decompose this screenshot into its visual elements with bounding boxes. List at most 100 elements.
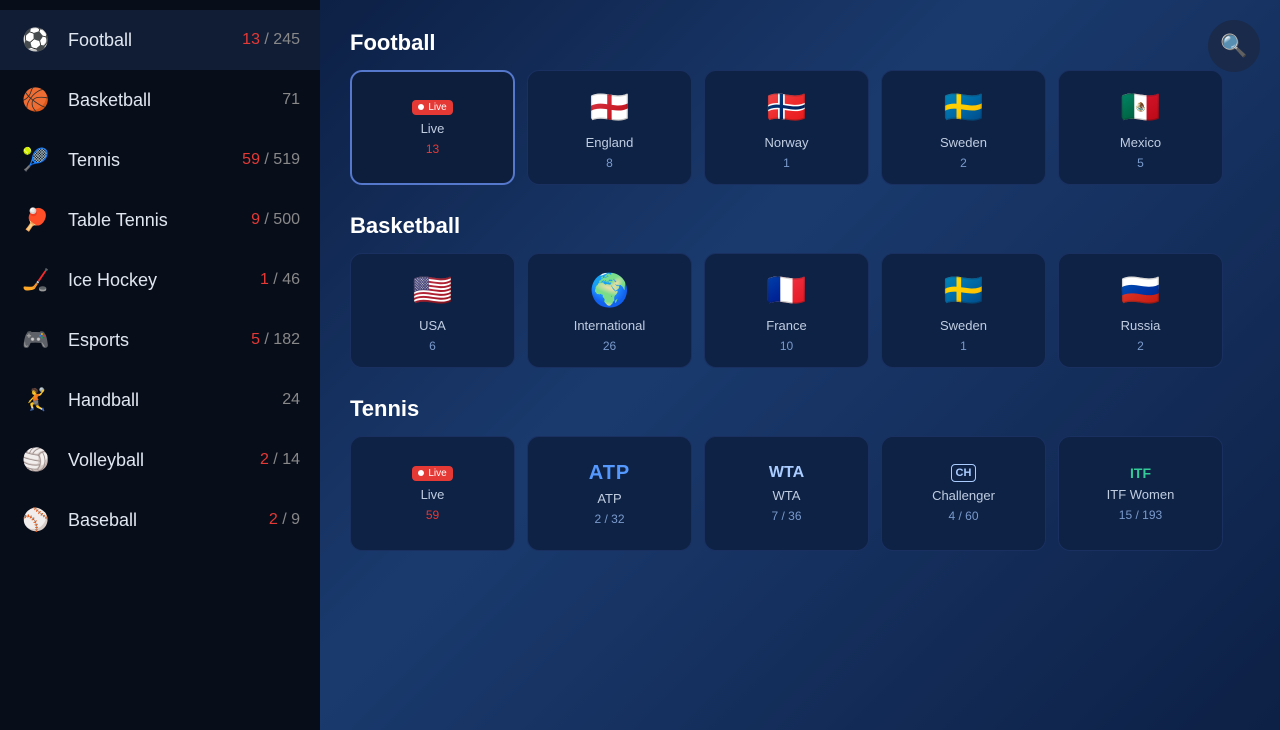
volleyball-icon: 🏐: [20, 444, 52, 476]
table-tennis-icon: 🏓: [20, 204, 52, 236]
flag-norway: 🇳🇴: [765, 85, 809, 129]
section-tennis: Tennis LiveLive59ATPATP2 / 32WTAWTA7 / 3…: [350, 396, 1250, 551]
sidebar-item-basketball[interactable]: 🏀 Basketball 71: [0, 70, 320, 130]
sport-count-basketball: 71: [282, 91, 300, 109]
sidebar-item-ice-hockey[interactable]: 🏒Ice Hockey1 / 46: [0, 250, 320, 310]
live-num-table-tennis: 9: [251, 211, 260, 228]
challenger-logo: CH: [951, 464, 977, 482]
card-usa[interactable]: 🇺🇸USA6: [350, 253, 515, 368]
card-mexico[interactable]: 🇲🇽 Mexico 5: [1058, 70, 1223, 185]
sport-count-esports: 5 / 182: [251, 331, 300, 349]
card-label-live: Live: [421, 121, 445, 136]
sport-name-ice-hockey: Ice Hockey: [68, 270, 244, 291]
card-label-international: International: [574, 318, 646, 333]
itf-logo: ITF: [1130, 465, 1151, 481]
cards-row-football: Live Live 13 🏴󠁧󠁢󠁥󠁮󠁧󠁿 England 8 🇳🇴 Norway 1 🇸🇪Swed…: [350, 70, 1250, 185]
sport-name-baseball: Baseball: [68, 510, 253, 531]
live-num-tennis: 59: [242, 151, 260, 168]
card-label-atp: ATP: [597, 491, 621, 506]
sidebar-item-baseball[interactable]: ⚾Baseball2 / 9: [0, 490, 320, 550]
sidebar-item-football[interactable]: ⚽Football13 / 245: [0, 10, 320, 70]
cards-row-tennis: LiveLive59ATPATP2 / 32WTAWTA7 / 36CHChal…: [350, 436, 1250, 551]
card-sweden2[interactable]: 🇸🇪 Sweden 1: [881, 253, 1046, 368]
section-title-basketball: Basketball: [350, 213, 1250, 239]
card-label-mexico: Mexico: [1120, 135, 1161, 150]
sidebar-item-table-tennis[interactable]: 🏓 Table Tennis 9 / 500: [0, 190, 320, 250]
sport-count-table-tennis: 9 / 500: [251, 211, 300, 229]
card-challenger[interactable]: CHChallenger4 / 60: [881, 436, 1046, 551]
card-count-sweden2: 1: [960, 339, 967, 353]
sport-count-football: 13 / 245: [242, 31, 300, 49]
card-count-atp: 2 / 32: [594, 512, 624, 526]
section-basketball: Basketball🇺🇸USA6🌍International26🇫🇷France…: [350, 213, 1250, 368]
card-france[interactable]: 🇫🇷 France 10: [704, 253, 869, 368]
live-num-football: 13: [242, 31, 260, 48]
football-icon: ⚽: [20, 24, 52, 56]
sidebar-item-handball[interactable]: 🤾 Handball 24: [0, 370, 320, 430]
flag-usa: 🇺🇸: [411, 268, 455, 312]
card-itf-women[interactable]: ITF ITF Women 15 / 193: [1058, 436, 1223, 551]
flag-sweden: 🇸🇪: [942, 85, 986, 129]
card-count-russia: 2: [1137, 339, 1144, 353]
sport-name-volleyball: Volleyball: [68, 450, 244, 471]
sport-name-table-tennis: Table Tennis: [68, 210, 235, 231]
card-live-tennis[interactable]: Live Live 59: [350, 436, 515, 551]
card-count-live: 13: [426, 142, 439, 156]
card-live[interactable]: Live Live 13: [350, 70, 515, 185]
main-content: Football LiveLive13🏴󠁧󠁢󠁥󠁮󠁧󠁿England8🇳🇴Norw…: [320, 0, 1280, 730]
cards-row-basketball: 🇺🇸USA6🌍International26🇫🇷France10🇸🇪Sweden…: [350, 253, 1250, 368]
card-count-wta: 7 / 36: [771, 509, 801, 523]
card-count-sweden: 2: [960, 156, 967, 170]
card-count-france: 10: [780, 339, 793, 353]
card-label-itf-women: ITF Women: [1107, 487, 1175, 502]
flag-russia: 🇷🇺: [1119, 268, 1163, 312]
flag-mexico: 🇲🇽: [1119, 85, 1163, 129]
card-label-russia: Russia: [1121, 318, 1161, 333]
flag-france: 🇫🇷: [765, 268, 809, 312]
card-count-mexico: 5: [1137, 156, 1144, 170]
card-england[interactable]: 🏴󠁧󠁢󠁥󠁮󠁧󠁿 England 8: [527, 70, 692, 185]
sport-count-volleyball: 2 / 14: [260, 451, 300, 469]
sport-count-tennis: 59 / 519: [242, 151, 300, 169]
card-atp[interactable]: ATPATP2 / 32: [527, 436, 692, 551]
card-label-challenger: Challenger: [932, 488, 995, 503]
flag-sweden2: 🇸🇪: [942, 268, 986, 312]
card-count-live-tennis: 59: [426, 508, 439, 522]
sport-name-tennis: Tennis: [68, 150, 226, 171]
card-count-international: 26: [603, 339, 616, 353]
live-dot: [418, 104, 424, 110]
card-label-france: France: [766, 318, 806, 333]
card-label-sweden2: Sweden: [940, 318, 987, 333]
live-num-volleyball: 2: [260, 451, 269, 468]
esports-icon: 🎮: [20, 324, 52, 356]
sport-name-handball: Handball: [68, 390, 266, 411]
card-label-norway: Norway: [764, 135, 808, 150]
flag-england: 🏴󠁧󠁢󠁥󠁮󠁧󠁿: [588, 85, 632, 129]
card-wta[interactable]: WTA WTA 7 / 36: [704, 436, 869, 551]
handball-icon: 🤾: [20, 384, 52, 416]
card-international[interactable]: 🌍 International 26: [527, 253, 692, 368]
wta-logo: WTA: [769, 464, 804, 482]
card-label-live-tennis: Live: [421, 487, 445, 502]
card-norway[interactable]: 🇳🇴 Norway 1: [704, 70, 869, 185]
card-label-england: England: [586, 135, 634, 150]
live-badge-live-tennis: Live: [412, 466, 452, 481]
sport-name-basketball: Basketball: [68, 90, 266, 111]
sidebar-item-tennis[interactable]: 🎾Tennis59 / 519: [0, 130, 320, 190]
live-badge-live: Live: [412, 100, 452, 115]
card-label-usa: USA: [419, 318, 446, 333]
flag-international: 🌍: [588, 268, 632, 312]
basketball-icon: 🏀: [20, 84, 52, 116]
card-sweden[interactable]: 🇸🇪Sweden2: [881, 70, 1046, 185]
card-count-england: 8: [606, 156, 613, 170]
card-russia[interactable]: 🇷🇺 Russia 2: [1058, 253, 1223, 368]
search-button[interactable]: 🔍: [1208, 20, 1260, 72]
baseball-icon: ⚾: [20, 504, 52, 536]
sidebar-item-volleyball[interactable]: 🏐 Volleyball 2 / 14: [0, 430, 320, 490]
card-count-itf-women: 15 / 193: [1119, 508, 1162, 522]
sidebar-item-esports[interactable]: 🎮Esports5 / 182: [0, 310, 320, 370]
live-num-baseball: 2: [269, 511, 278, 528]
sport-count-handball: 24: [282, 391, 300, 409]
card-count-norway: 1: [783, 156, 790, 170]
card-label-wta: WTA: [773, 488, 801, 503]
